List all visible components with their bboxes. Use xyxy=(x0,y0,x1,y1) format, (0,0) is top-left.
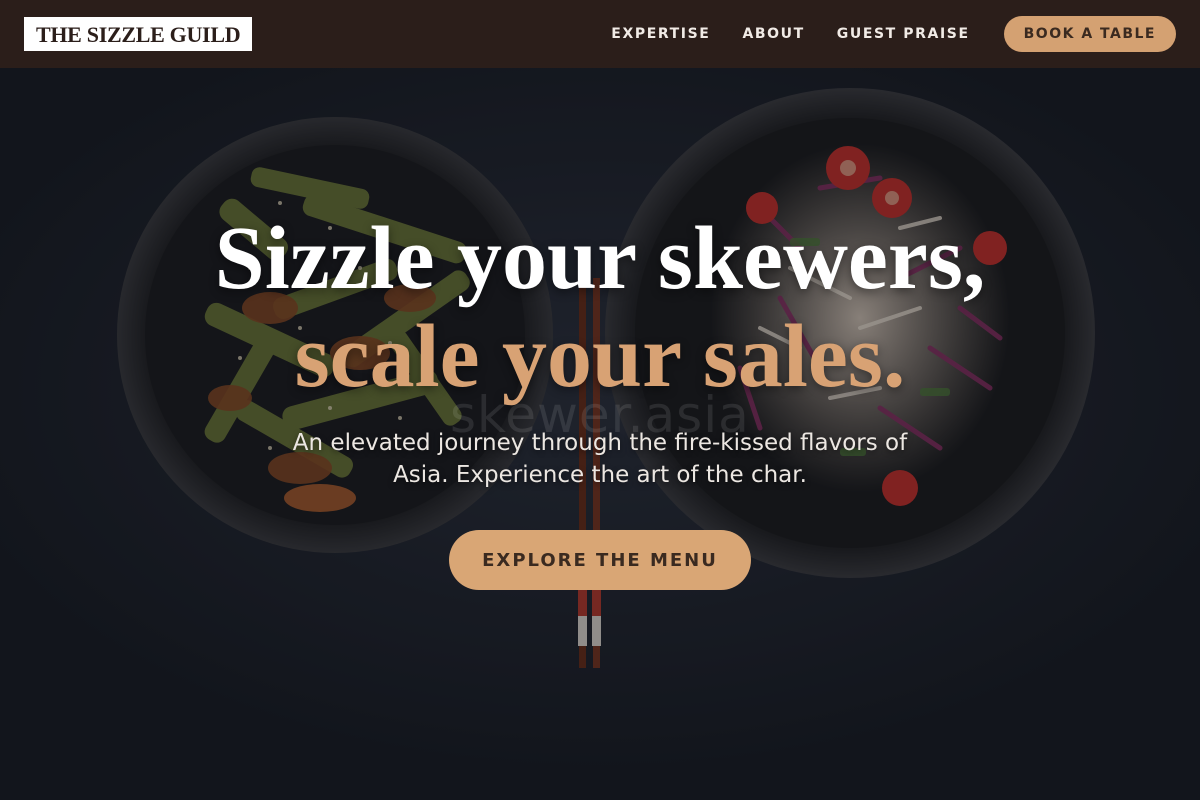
hero-subtitle: An elevated journey through the fire-kis… xyxy=(250,427,950,491)
hero-subtitle-line2: Asia. Experience the art of the char. xyxy=(393,462,807,488)
primary-nav: EXPERTISE ABOUT GUEST PRAISE BOOK A TABL… xyxy=(611,16,1176,52)
hero-headline-line1: Sizzle your skewers, xyxy=(214,209,986,308)
hero-section: skewer.asia Sizzle your skewers, scale y… xyxy=(0,68,1200,800)
explore-menu-button[interactable]: EXPLORE THE MENU xyxy=(449,530,751,590)
nav-link-about[interactable]: ABOUT xyxy=(742,26,804,42)
nav-link-expertise[interactable]: EXPERTISE xyxy=(611,26,710,42)
hero-headline-line2: scale your sales. xyxy=(294,307,906,406)
top-navbar: THE SIZZLE GUILD EXPERTISE ABOUT GUEST P… xyxy=(0,0,1200,68)
hero-subtitle-line1: An elevated journey through the fire-kis… xyxy=(292,430,908,456)
nav-link-guest-praise[interactable]: GUEST PRAISE xyxy=(837,26,970,42)
book-table-button[interactable]: BOOK A TABLE xyxy=(1003,16,1176,52)
brand-logo[interactable]: THE SIZZLE GUILD xyxy=(24,17,253,51)
